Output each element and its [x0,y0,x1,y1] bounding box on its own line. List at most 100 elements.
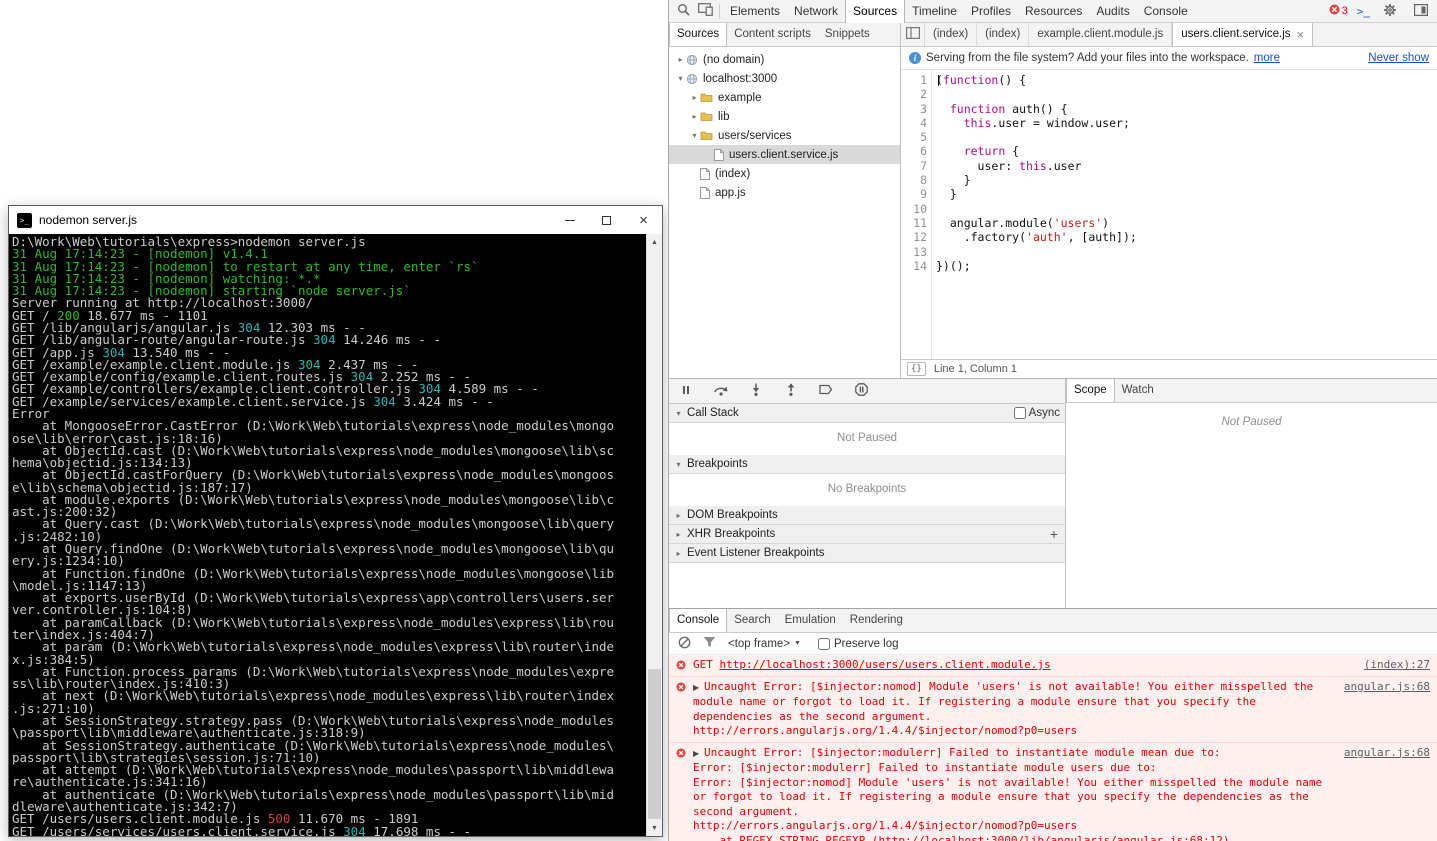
tree-item-users-services[interactable]: ▾ users/services [669,126,900,145]
drawer-tab-rendering[interactable]: Rendering [843,609,910,632]
editor-tab-index[interactable]: (index) [977,23,1030,46]
panel-tabbar: Elements Network Sources Timeline Profiles Re… [723,0,1195,23]
console-text: Uncaught Error: [$injector:modulerr] Fai… [704,745,1221,759]
panel-tab-resources[interactable]: Resources [1018,0,1089,23]
dom-breakpoints-header[interactable]: ▸ DOM Breakpoints [669,506,1065,525]
preserve-log-checkbox[interactable] [817,637,830,650]
chevron-down-icon[interactable]: ▾ [689,131,700,140]
frame-selector[interactable]: <top frame> ▼ [728,638,801,650]
settings-button[interactable] [1379,0,1401,22]
tree-item-no-domain[interactable]: ▸ (no domain) [669,50,900,69]
xhr-breakpoints-header[interactable]: ▸ XHR Breakpoints + [669,525,1065,544]
expand-triangle-icon[interactable]: ▶ [693,681,704,696]
error-icon [1329,4,1340,18]
globe-icon [686,73,698,85]
call-stack-header[interactable]: ▾ Call Stack Async [669,404,1065,423]
message-location-link[interactable]: angular.js:68 [1344,746,1430,761]
gear-icon [1383,3,1397,20]
error-count: 3 [1341,5,1348,17]
console-message: ▶ Uncaught Error: [$injector:nomod] Modul… [669,676,1437,743]
panel-tab-console[interactable]: Console [1137,0,1195,23]
message-location-link[interactable]: (index):27 [1364,658,1430,673]
chevron-right-icon[interactable]: ▸ [689,112,700,121]
expand-triangle-icon[interactable]: ▶ [693,747,704,762]
navigator-tab-content-scripts[interactable]: Content scripts [727,23,818,46]
debug-tab-scope[interactable]: Scope [1066,379,1115,402]
panel-tab-label: Elements [730,3,781,18]
breakpoints-header[interactable]: ▾ Breakpoints [669,455,1065,474]
console-link[interactable]: http://localhost:3000/lib/angularjs/angu… [878,834,1222,841]
editor-tab-index[interactable]: (index) [925,23,978,46]
close-tab-icon[interactable]: × [1297,28,1305,41]
infobar-more-link[interactable]: more [1254,52,1280,64]
code-line: } [936,173,971,188]
tree-item-lib[interactable]: ▸ lib [669,107,900,126]
panel-tab-audits[interactable]: Audits [1089,0,1136,23]
clear-console-button[interactable] [675,635,693,653]
step-over-icon [713,384,729,399]
chevron-right-icon: ▸ [676,548,681,558]
minimize-button[interactable] [551,206,588,234]
chevron-down-icon[interactable]: ▾ [675,74,686,83]
deactivate-breakpoints-button[interactable] [815,380,837,402]
drawer-tab-search[interactable]: Search [727,609,777,632]
drawer-tab-console[interactable]: Console [669,609,728,632]
line-number: 12 [913,230,927,245]
editor-tab-example-client-module-js[interactable]: example.client.module.js [1029,23,1173,46]
code-editor[interactable]: 1 2 3 4 5 6 7 8 9 10 11 12 13 14 (function() { functi… [901,70,1437,359]
scrollbar-thumb[interactable] [648,669,661,819]
maximize-button[interactable] [588,206,625,234]
panel-tab-profiles[interactable]: Profiles [964,0,1018,23]
filter-button[interactable] [700,635,718,653]
panel-tab-timeline[interactable]: Timeline [905,0,964,23]
message-location-link[interactable]: angular.js:68 [1344,680,1430,695]
dock-side-button[interactable] [1410,0,1432,22]
panel-tab-network[interactable]: Network [787,0,845,23]
infobar-text: Serving from the file system? Add your f… [926,52,1249,64]
code-line: this.user = window.user; [963,115,1130,130]
event-listener-breakpoints-header[interactable]: ▸ Event Listener Breakpoints [669,544,1065,563]
inspect-search-button[interactable] [672,0,694,22]
terminal-scrollbar[interactable]: ▲ ▼ [646,234,662,836]
sources-panel: Sources Content scripts Snippets ▸ (no doma… [669,23,1437,378]
tree-item-localhost-3000[interactable]: ▾ localhost:3000 [669,69,900,88]
console-drawer-toggle[interactable]: >_ [1357,5,1370,18]
minimize-icon [564,219,575,221]
drawer-tab-emulation[interactable]: Emulation [778,609,843,632]
panel-tab-elements[interactable]: Elements [723,0,787,23]
add-xhr-breakpoint-button[interactable]: + [1050,525,1058,544]
chevron-right-icon[interactable]: ▸ [689,93,700,102]
never-show-link[interactable]: Never show [1368,52,1429,64]
device-mode-button[interactable] [694,0,716,22]
tree-item-example[interactable]: ▸ example [669,88,900,107]
async-checkbox[interactable] [1013,407,1026,419]
scroll-up-icon[interactable]: ▲ [647,234,662,250]
tree-item-index[interactable]: (index) [669,164,900,183]
line-number: 3 [920,101,927,116]
navigator-tab-sources[interactable]: Sources [669,23,728,46]
console-link[interactable]: http://localhost:3000/users/users.client… [720,658,1051,671]
chevron-right-icon[interactable]: ▸ [675,55,686,64]
close-button[interactable]: × [625,206,662,234]
editor-tab-users-client-service-js[interactable]: users.client.service.js × [1172,23,1314,46]
pretty-print-button[interactable]: {} [907,362,926,376]
tree-item-app-js[interactable]: app.js [669,183,900,202]
console-messages: GET http://localhost:3000/users/users.cl… [669,655,1437,841]
step-out-button[interactable] [780,380,802,402]
hide-navigator-button[interactable] [901,23,925,46]
navigator-tab-snippets[interactable]: Snippets [818,23,877,46]
scroll-down-icon[interactable]: ▼ [647,820,662,836]
console-message-line: ▶ Uncaught Error: [$injector:nomod] Modul… [693,680,1332,725]
terminal-titlebar[interactable]: >_ nodemon server.js × [9,206,662,234]
clear-console-icon [678,636,691,652]
debug-tab-watch[interactable]: Watch [1115,379,1161,402]
step-over-button[interactable] [710,380,732,402]
step-into-button[interactable] [745,380,767,402]
tree-item-users-client-service-js[interactable]: users.client.service.js [669,145,900,164]
pause-button[interactable] [675,380,697,402]
panel-tab-sources[interactable]: Sources [845,0,906,23]
pause-on-exceptions-button[interactable] [850,380,872,402]
drawer-tab-label: Console [677,614,720,626]
error-count-badge[interactable]: 3 [1329,4,1348,18]
